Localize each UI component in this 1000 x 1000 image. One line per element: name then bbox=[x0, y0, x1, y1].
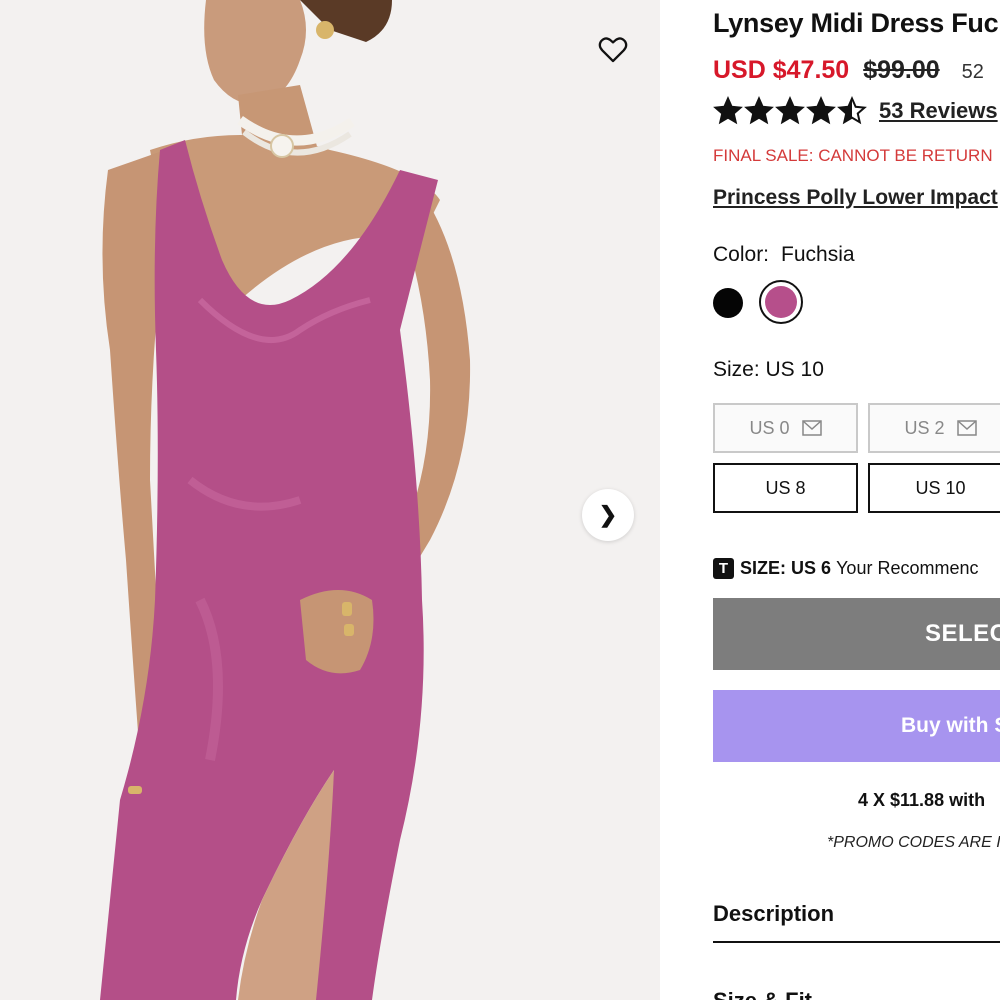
product-title: Lynsey Midi Dress Fuc bbox=[713, 8, 999, 38]
rec-text: Your Recommenc bbox=[836, 558, 979, 578]
size-option-us0[interactable]: US 0 bbox=[713, 403, 858, 453]
product-info-panel: Lynsey Midi Dress Fuc USD $47.50 $99.00 52… bbox=[713, 0, 1000, 1000]
swatch-fuchsia-selected[interactable] bbox=[759, 280, 803, 324]
buy-label: Buy with bbox=[901, 714, 989, 737]
mail-icon bbox=[956, 420, 977, 436]
size-option-us2[interactable]: US 2 bbox=[868, 403, 1000, 453]
product-image-gallery: ❯ bbox=[0, 0, 660, 1000]
size-option-label: US 8 bbox=[765, 477, 806, 498]
description-accordion[interactable]: Description bbox=[713, 901, 834, 927]
select-size-button[interactable]: SELEC bbox=[713, 598, 1000, 670]
size-option-label: US 10 bbox=[915, 477, 966, 498]
chevron-right-icon: ❯ bbox=[598, 502, 618, 527]
next-image-button[interactable]: ❯ bbox=[582, 489, 634, 541]
product-photo bbox=[0, 0, 660, 1000]
size-fit-accordion[interactable]: Size & Fit bbox=[713, 988, 812, 1000]
rec-size-value: US 6 bbox=[791, 558, 832, 578]
size-option-us8[interactable]: US 8 bbox=[713, 463, 858, 513]
final-sale-notice: FINAL SALE: CANNOT BE RETURN bbox=[713, 146, 993, 165]
reviews-link[interactable]: 53 Reviews bbox=[879, 98, 998, 124]
fit-badge-icon: T bbox=[713, 558, 734, 579]
original-price: $99.00 bbox=[863, 56, 940, 84]
sale-price: USD $47.50 bbox=[713, 56, 850, 84]
rec-size-label: SIZE: bbox=[740, 558, 787, 578]
star-icon bbox=[713, 96, 743, 125]
heart-outline-icon[interactable] bbox=[596, 32, 630, 66]
mail-icon bbox=[801, 420, 822, 436]
size-recommendation: T SIZE: US 6 Your Recommenc bbox=[713, 558, 978, 579]
promo-link[interactable]: Princess Polly Lower Impact bbox=[713, 186, 998, 210]
star-icon bbox=[775, 96, 805, 125]
discount-badge: 52 bbox=[961, 61, 984, 83]
star-icon bbox=[837, 96, 867, 125]
color-label-text: Color: bbox=[713, 243, 770, 266]
size-option-us10[interactable]: US 10 bbox=[868, 463, 1000, 513]
swatch-black[interactable] bbox=[713, 288, 743, 318]
size-option-label: US 2 bbox=[904, 417, 945, 438]
size-label: Size: US 10 bbox=[713, 358, 824, 381]
color-value: Fuchsia bbox=[781, 243, 855, 266]
shop-brand-fragment: S bbox=[994, 714, 1000, 738]
star-rating bbox=[713, 96, 867, 126]
star-icon bbox=[744, 96, 774, 125]
installments-text: 4 X $11.88 with bbox=[858, 790, 986, 810]
star-icon bbox=[806, 96, 836, 125]
color-label: Color: Fuchsia bbox=[713, 243, 855, 267]
divider bbox=[713, 941, 1000, 943]
buy-with-shop-button[interactable]: Buy with S bbox=[713, 690, 1000, 762]
promo-codes-note: *PROMO CODES ARE I bbox=[827, 834, 1000, 851]
rating-row: 53 Reviews bbox=[713, 96, 998, 126]
price-row: USD $47.50 $99.00 52 bbox=[713, 56, 984, 85]
size-option-label: US 0 bbox=[749, 417, 790, 438]
